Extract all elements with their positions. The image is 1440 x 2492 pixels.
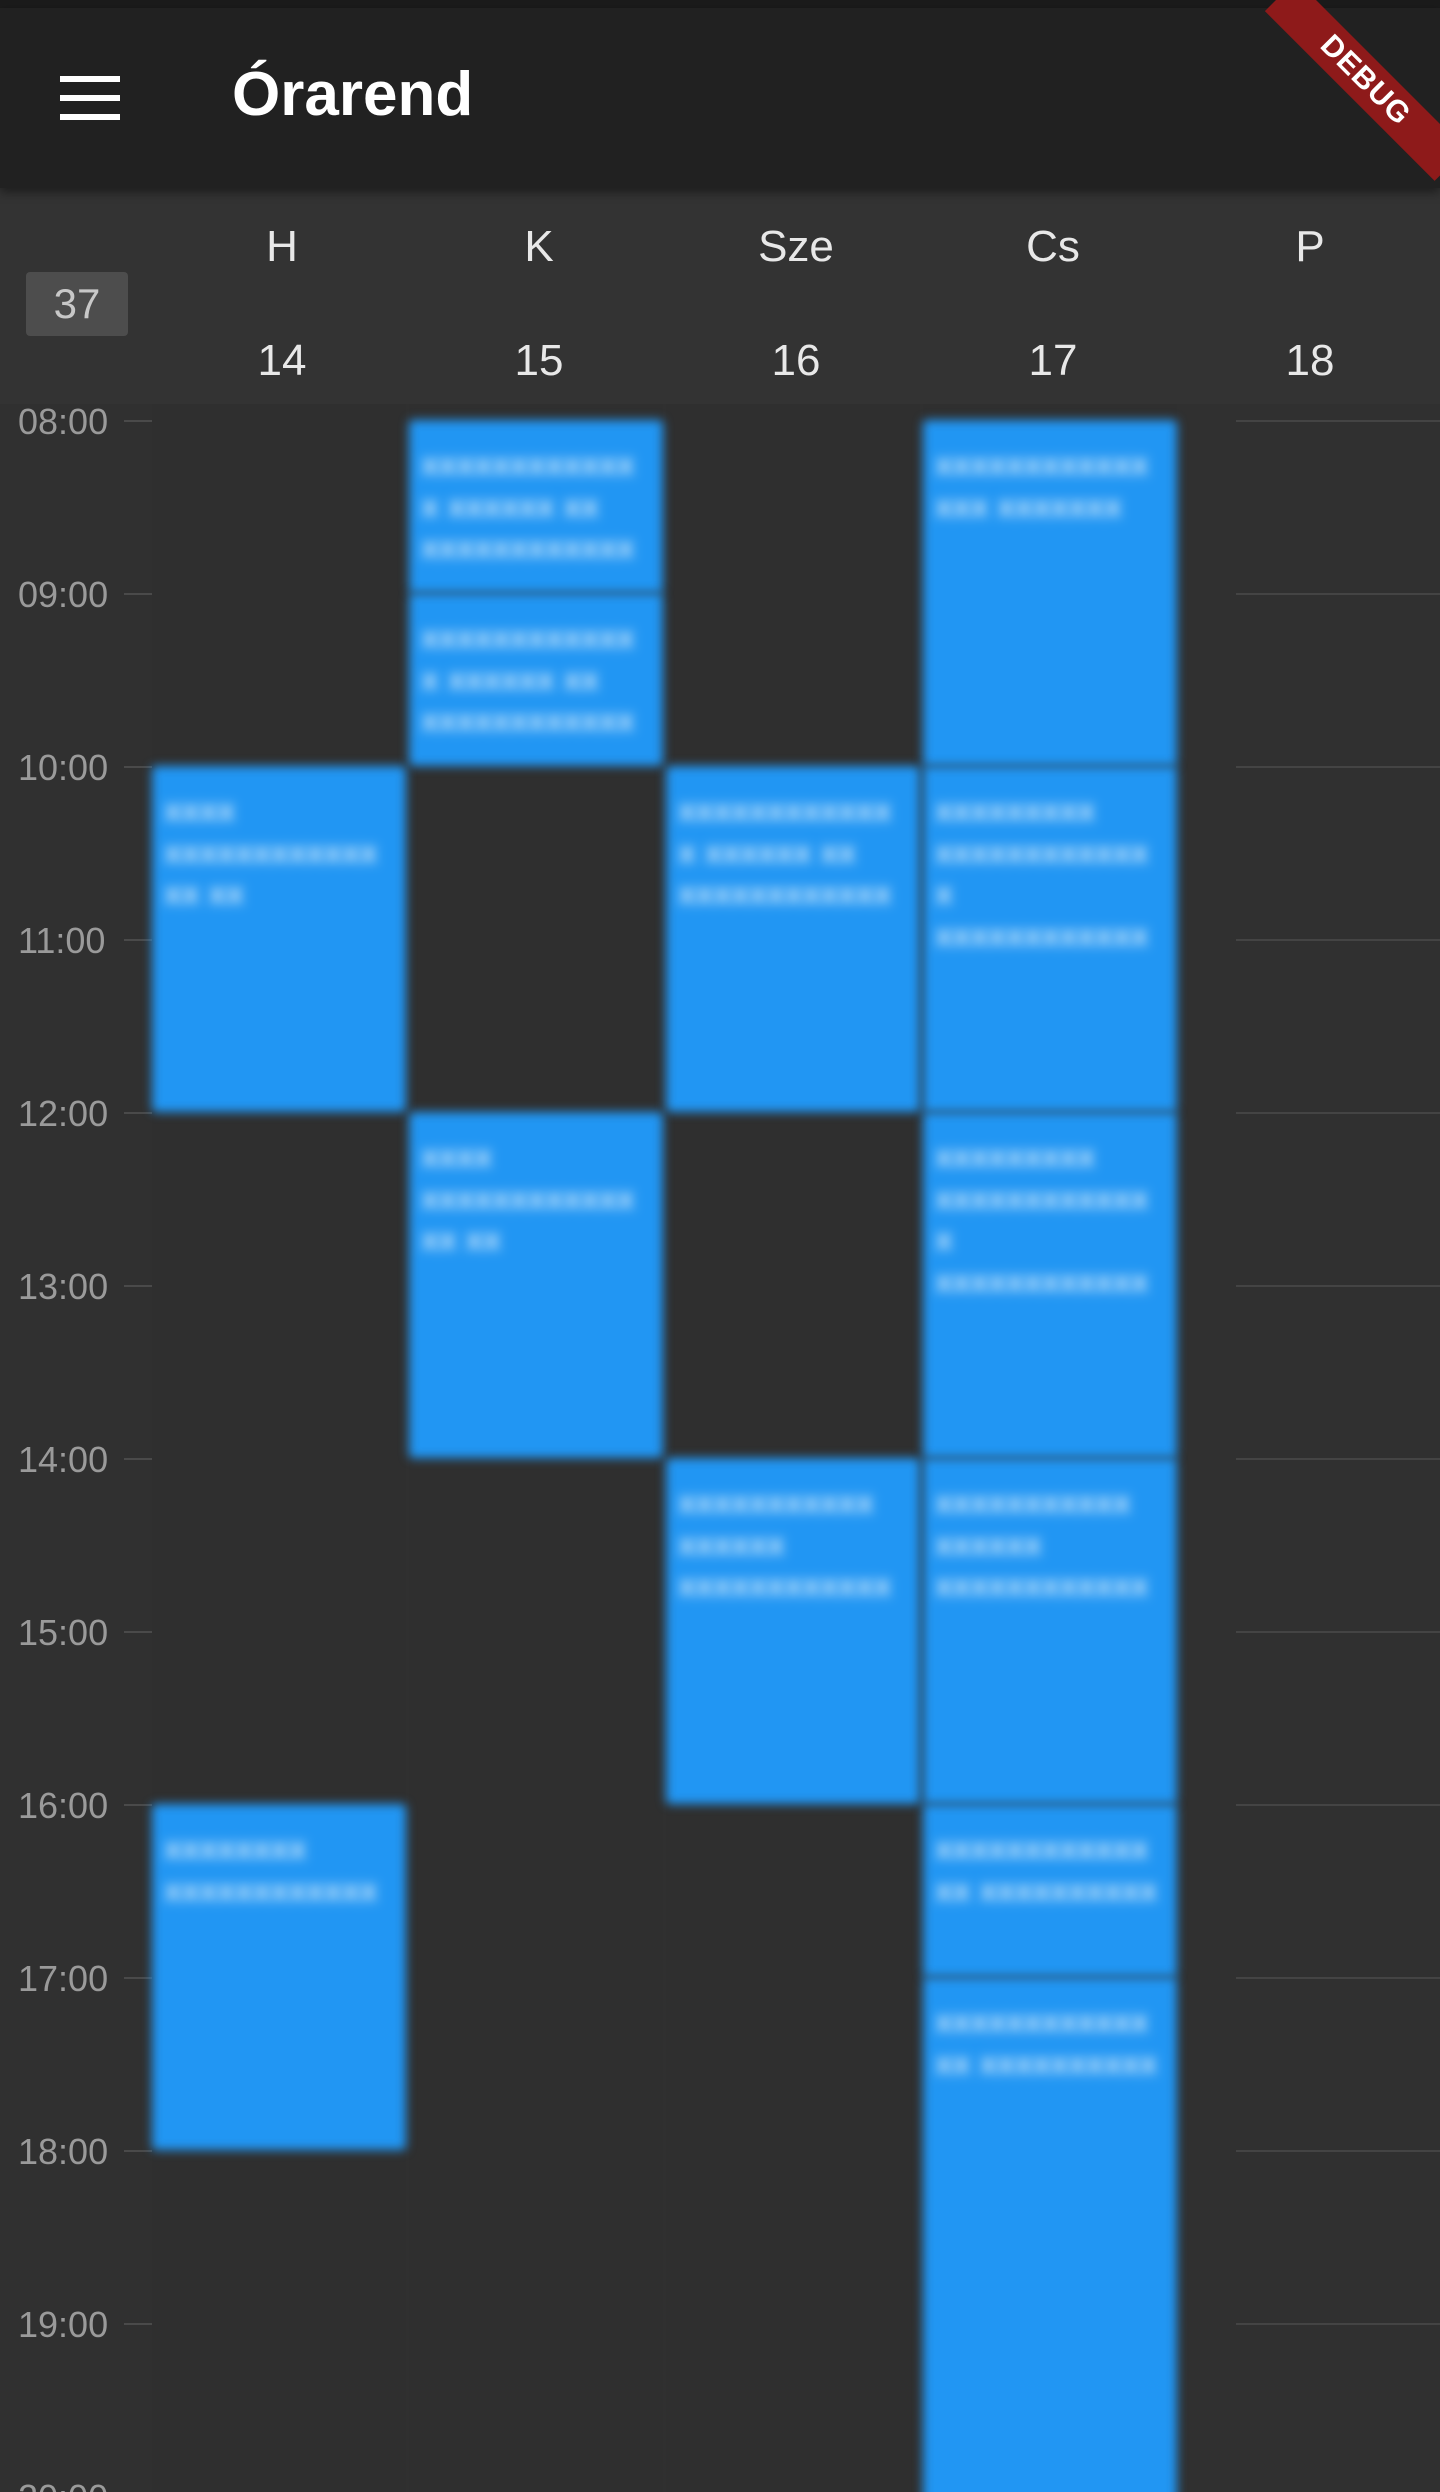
hour-gridline bbox=[1236, 420, 1440, 422]
hour-tick bbox=[124, 1977, 152, 1979]
day-name-wednesday: Sze bbox=[758, 222, 834, 271]
lesson-card[interactable]: xxxxxxxx xxxxxxxxxxxx bbox=[152, 1804, 406, 2150]
lesson-card[interactable]: xxxxxxxxx xxxxxxxxxxxxx xxxxxxxxxxxx bbox=[923, 1112, 1177, 1458]
lesson-card[interactable]: xxxx xxxxxxxxxxxxxx xx bbox=[152, 766, 406, 1112]
hour-label: 12:00 bbox=[18, 1093, 109, 1134]
lesson-card[interactable]: xxxxxxxxx xxxxxxxxxxxxx xxxxxxxxxxxx bbox=[923, 766, 1177, 1112]
hour-label: 20:00 bbox=[18, 2480, 138, 2492]
lesson-card[interactable]: xxxxxxxxxxx xxxxxx xxxxxxxxxxxx bbox=[923, 1458, 1177, 1804]
hour-gridline bbox=[1236, 2323, 1440, 2325]
timetable-grid[interactable]: 08:00 09:00 10:00 11:00 12:00 13:00 14:00 15:00… bbox=[0, 404, 1440, 2492]
lesson-title: xxxx xxxxxxxxxxxxxx xx bbox=[421, 1138, 635, 1258]
lesson-card[interactable]: xxxxxxxxxxxxxx xxxxxxxxxx bbox=[923, 1977, 1177, 2492]
day-date-tuesday: 15 bbox=[514, 336, 564, 385]
day-name-thursday: Cs bbox=[1026, 222, 1080, 271]
day-column-wednesday bbox=[666, 404, 920, 2492]
lesson-card[interactable]: xxxxxxxxxxxxxx xxxxxxxxxx bbox=[923, 1804, 1177, 1977]
hour-gridline bbox=[1236, 1977, 1440, 1979]
hour-label: 18:00 bbox=[18, 2131, 109, 2172]
hour-gridline bbox=[1236, 766, 1440, 768]
day-date-monday: 14 bbox=[257, 336, 307, 385]
hour-label: 19:00 bbox=[18, 2304, 109, 2345]
lesson-title: xxxxxxxxxxxxxx xxxxxxxxxx bbox=[935, 2003, 1158, 2081]
hour-gridline bbox=[1236, 1285, 1440, 1287]
lesson-title: xxxxxxxxxxxxx xxxxxx xx xxxxxxxxxxxx bbox=[421, 446, 635, 566]
day-column-monday bbox=[152, 404, 406, 2492]
hour-gridline bbox=[1236, 1112, 1440, 1114]
hour-gridline bbox=[1236, 593, 1440, 595]
hour-label: 10:00 bbox=[18, 747, 109, 788]
lesson-title: xxxxxxxx xxxxxxxxxxxx bbox=[164, 1830, 378, 1908]
lesson-title: xxxxxxxxxxx xxxxxx xxxxxxxxxxxx bbox=[935, 1484, 1149, 1604]
day-name-monday: H bbox=[266, 222, 298, 271]
hour-tick bbox=[124, 1804, 152, 1806]
lesson-card[interactable]: xxxxxxxxxxxxx xxxxxx xx xxxxxxxxxxxx bbox=[409, 420, 663, 593]
hour-tick bbox=[124, 939, 152, 941]
hour-tick bbox=[124, 1285, 152, 1287]
app-bar: Órarend bbox=[0, 8, 1440, 188]
lesson-card[interactable]: xxxxxxxxxxxxx xxxxxx xx xxxxxxxxxxxx bbox=[666, 766, 920, 1112]
lesson-card[interactable]: xxxx xxxxxxxxxxxxxx xx bbox=[409, 1112, 663, 1458]
lesson-card[interactable]: xxxxxxxxxxx xxxxxx xxxxxxxxxxxx bbox=[666, 1458, 920, 1804]
page-title: Órarend bbox=[232, 60, 474, 129]
lesson-title: xxxxxxxxxxxxx xxxxxx xx xxxxxxxxxxxx bbox=[678, 792, 892, 912]
day-date-friday: 18 bbox=[1285, 336, 1335, 385]
hour-label: 14:00 bbox=[18, 1439, 109, 1480]
status-bar bbox=[0, 0, 1440, 8]
lesson-title: xxxxxxxxx xxxxxxxxxxxxx xxxxxxxxxxxx bbox=[935, 1138, 1149, 1299]
hour-label: 15:00 bbox=[18, 1612, 109, 1653]
day-name-friday: P bbox=[1295, 222, 1325, 271]
lesson-card[interactable]: xxxxxxxxxxxxx xxxxxx xx xxxxxxxxxxxx bbox=[409, 593, 663, 766]
hamburger-menu-icon bbox=[60, 76, 120, 120]
hour-tick bbox=[124, 1458, 152, 1460]
hour-gridline bbox=[1236, 1804, 1440, 1806]
hour-tick bbox=[124, 420, 152, 422]
week-number-badge[interactable]: 37 bbox=[26, 272, 128, 336]
lesson-title: xxxxxxxxxxxxxx xxxxxxxxxx bbox=[935, 1830, 1158, 1908]
hour-tick bbox=[124, 2323, 152, 2325]
day-date-wednesday: 16 bbox=[771, 336, 821, 385]
lesson-card[interactable]: xxxxxxxxxxxxxxx xxxxxxx bbox=[923, 420, 1177, 766]
menu-button[interactable] bbox=[40, 48, 140, 148]
lesson-title: xxxxxxxxxxxxx xxxxxx xx xxxxxxxxxxxx bbox=[421, 619, 635, 739]
hour-tick bbox=[124, 1112, 152, 1114]
hour-label: 11:00 bbox=[18, 920, 106, 961]
hour-gridline bbox=[1236, 2150, 1440, 2152]
day-date-thursday: 17 bbox=[1028, 336, 1078, 385]
hour-label: 13:00 bbox=[18, 1266, 109, 1307]
hour-tick bbox=[124, 2150, 152, 2152]
day-name-tuesday: K bbox=[524, 222, 554, 271]
hour-label: 08:00 bbox=[18, 404, 109, 442]
hour-tick bbox=[124, 1631, 152, 1633]
lesson-title: xxxx xxxxxxxxxxxxxx xx bbox=[164, 792, 378, 912]
hour-gridline bbox=[1236, 1458, 1440, 1460]
hour-tick bbox=[124, 593, 152, 595]
lesson-title: xxxxxxxxx xxxxxxxxxxxxx xxxxxxxxxxxx bbox=[935, 792, 1149, 953]
hour-label: 17:00 bbox=[18, 1958, 109, 1999]
hour-label: 09:00 bbox=[18, 574, 109, 615]
hour-label: 16:00 bbox=[18, 1785, 109, 1826]
hour-gridline bbox=[1236, 939, 1440, 941]
hour-gridline bbox=[1236, 1631, 1440, 1633]
lesson-title: xxxxxxxxxxxxxxx xxxxxxx bbox=[935, 446, 1149, 524]
hour-tick bbox=[124, 766, 152, 768]
lesson-title: xxxxxxxxxxx xxxxxx xxxxxxxxxxxx bbox=[678, 1484, 892, 1604]
